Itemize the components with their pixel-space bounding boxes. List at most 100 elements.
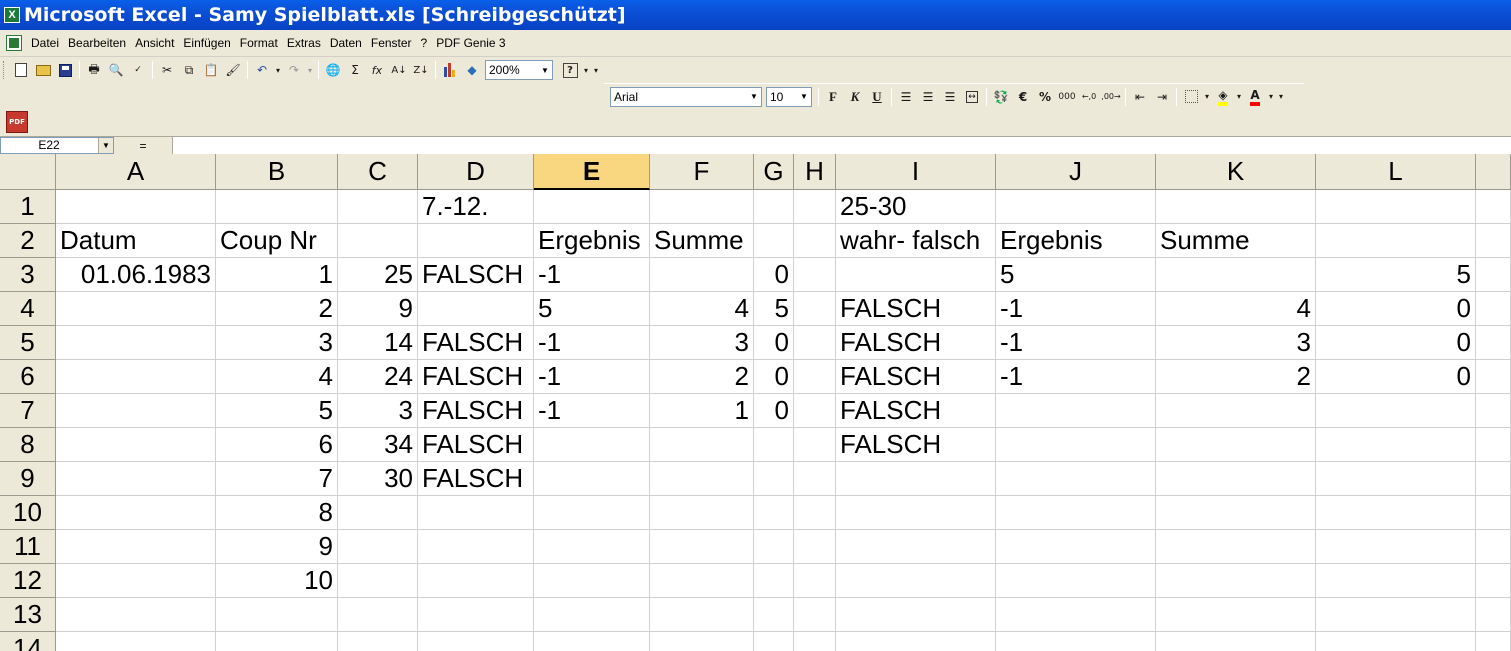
cell-b14[interactable]	[216, 632, 338, 651]
cell-b10[interactable]: 8	[216, 496, 338, 530]
cell-j9[interactable]	[996, 462, 1156, 496]
cell-i5[interactable]: FALSCH	[836, 326, 996, 360]
cell-k14[interactable]	[1156, 632, 1316, 651]
cell-h12[interactable]	[794, 564, 836, 598]
cell-h5[interactable]	[794, 326, 836, 360]
cell-f7[interactable]: 1	[650, 394, 754, 428]
toolbar-options-button[interactable]: ▾	[591, 59, 601, 81]
menu-item-bearbeiten[interactable]: Bearbeiten	[64, 36, 131, 50]
select-all-corner[interactable]	[0, 154, 56, 190]
cell-c3[interactable]: 25	[338, 258, 418, 292]
cell-k10[interactable]	[1156, 496, 1316, 530]
cell-g9[interactable]	[754, 462, 794, 496]
row-header-14[interactable]: 14	[0, 632, 56, 651]
cell-h9[interactable]	[794, 462, 836, 496]
row-header-5[interactable]: 5	[0, 326, 56, 360]
cell-f10[interactable]	[650, 496, 754, 530]
cell-k12[interactable]	[1156, 564, 1316, 598]
cell-i8[interactable]: FALSCH	[836, 428, 996, 462]
cut-button[interactable]: ✂	[156, 59, 178, 81]
cell-a4[interactable]	[56, 292, 216, 326]
cell-f1[interactable]	[650, 190, 754, 224]
cell-i13[interactable]	[836, 598, 996, 632]
cell-f3[interactable]	[650, 258, 754, 292]
column-header-h[interactable]: H	[794, 154, 836, 190]
bold-button[interactable]: F	[822, 86, 844, 108]
cell-g3[interactable]: 0	[754, 258, 794, 292]
cell-g8[interactable]	[754, 428, 794, 462]
euro-button[interactable]: €	[1012, 86, 1034, 108]
menu-item-fenster[interactable]: Fenster	[367, 36, 417, 50]
cell-k3[interactable]	[1156, 258, 1316, 292]
cell-f8[interactable]	[650, 428, 754, 462]
cell-e9[interactable]	[534, 462, 650, 496]
cell-h2[interactable]	[794, 224, 836, 258]
align-left-button[interactable]: ☰	[895, 86, 917, 108]
cell-a14[interactable]	[56, 632, 216, 651]
cell-a13[interactable]	[56, 598, 216, 632]
menu-item-extras[interactable]: Extras	[283, 36, 326, 50]
cell-b9[interactable]: 7	[216, 462, 338, 496]
cell-e3[interactable]: -1	[534, 258, 650, 292]
column-header-d[interactable]: D	[418, 154, 534, 190]
cell-k5[interactable]: 3	[1156, 326, 1316, 360]
format-painter-button[interactable]: 🖌	[222, 59, 244, 81]
cell-d9[interactable]: FALSCH	[418, 462, 534, 496]
cell-j11[interactable]	[996, 530, 1156, 564]
cell-a6[interactable]	[56, 360, 216, 394]
undo-button[interactable]: ↶	[251, 59, 273, 81]
cell-e7[interactable]: -1	[534, 394, 650, 428]
fill-color-button[interactable]: ◈	[1212, 86, 1234, 108]
sort-descending-button[interactable]: Z↓	[410, 59, 432, 81]
cell-b2[interactable]: Coup Nr	[216, 224, 338, 258]
row-header-3[interactable]: 3	[0, 258, 56, 292]
column-header-c[interactable]: C	[338, 154, 418, 190]
cell-k8[interactable]	[1156, 428, 1316, 462]
row-header-9[interactable]: 9	[0, 462, 56, 496]
cell-e14[interactable]	[534, 632, 650, 651]
cell-f14[interactable]	[650, 632, 754, 651]
column-header-i[interactable]: I	[836, 154, 996, 190]
cell-e11[interactable]	[534, 530, 650, 564]
cell-h6[interactable]	[794, 360, 836, 394]
cell-c13[interactable]	[338, 598, 418, 632]
row-header-1[interactable]: 1	[0, 190, 56, 224]
increase-indent-button[interactable]: ⇥	[1151, 86, 1173, 108]
cell-a10[interactable]	[56, 496, 216, 530]
cell-c1[interactable]	[338, 190, 418, 224]
row-header-2[interactable]: 2	[0, 224, 56, 258]
font-color-dropdown[interactable]: ▾	[1266, 86, 1276, 108]
currency-button[interactable]: 💱	[990, 86, 1012, 108]
title-bar[interactable]: X Microsoft Excel - Samy Spielblatt.xls …	[0, 0, 1511, 30]
cell-j12[interactable]	[996, 564, 1156, 598]
cell-f13[interactable]	[650, 598, 754, 632]
cell-l1[interactable]	[1316, 190, 1476, 224]
cell-a1[interactable]	[56, 190, 216, 224]
toolbar-grip[interactable]	[3, 61, 6, 79]
cell-k6[interactable]: 2	[1156, 360, 1316, 394]
cell-h7[interactable]	[794, 394, 836, 428]
decrease-decimal-button[interactable]: ,00→	[1100, 86, 1122, 108]
cell-c5[interactable]: 14	[338, 326, 418, 360]
cell-i14[interactable]	[836, 632, 996, 651]
cell-l13[interactable]	[1316, 598, 1476, 632]
cell-c10[interactable]	[338, 496, 418, 530]
chevron-down-icon[interactable]: ▼	[797, 88, 811, 106]
chart-wizard-button[interactable]	[439, 59, 461, 81]
cell-c6[interactable]: 24	[338, 360, 418, 394]
cell-e8[interactable]	[534, 428, 650, 462]
cell-k1[interactable]	[1156, 190, 1316, 224]
cell-g6[interactable]: 0	[754, 360, 794, 394]
cell-b4[interactable]: 2	[216, 292, 338, 326]
column-header-a[interactable]: A	[56, 154, 216, 190]
cell-c2[interactable]	[338, 224, 418, 258]
row-header-8[interactable]: 8	[0, 428, 56, 462]
cell-e10[interactable]	[534, 496, 650, 530]
column-header-e[interactable]: E	[534, 154, 650, 190]
cell-a11[interactable]	[56, 530, 216, 564]
cell-b13[interactable]	[216, 598, 338, 632]
cell-h8[interactable]	[794, 428, 836, 462]
cell-k9[interactable]	[1156, 462, 1316, 496]
cell-j2[interactable]: Ergebnis	[996, 224, 1156, 258]
underline-button[interactable]: U	[866, 86, 888, 108]
